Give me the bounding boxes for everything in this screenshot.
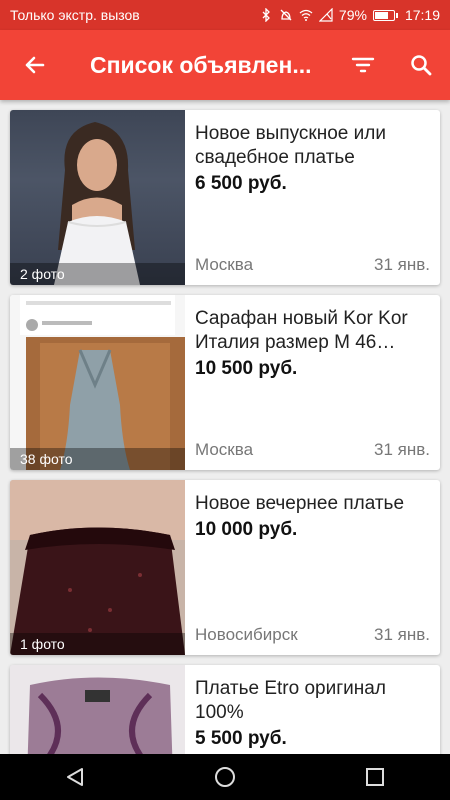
page-title: Список объявлен... bbox=[90, 51, 312, 78]
search-button[interactable] bbox=[392, 30, 450, 100]
listing-photo: 38 фото bbox=[10, 295, 185, 470]
listing-title: Сарафан новый Kor Kor Италия размер M 46… bbox=[195, 308, 408, 353]
battery-icon bbox=[372, 9, 398, 21]
listing-photo: 2 фото bbox=[10, 110, 185, 285]
listing-city: Москва bbox=[195, 440, 254, 459]
listing-list[interactable]: 2 фото Новое выпускное или свадебное пла… bbox=[0, 100, 450, 754]
filter-icon bbox=[351, 57, 375, 73]
dress-photo-thumbnail bbox=[54, 122, 140, 285]
system-navigation-bar bbox=[0, 754, 450, 800]
dress-photo-thumbnail bbox=[10, 480, 185, 655]
photo-count: 1 фото bbox=[10, 633, 185, 655]
mute-icon bbox=[280, 9, 292, 21]
listing-title: Новое вечернее платье bbox=[195, 493, 405, 514]
photo-count: 2 фото bbox=[10, 263, 185, 285]
listing-date: 31 янв. bbox=[374, 440, 430, 459]
status-bar: Только экстр. вызов 79% 17:19 bbox=[0, 0, 450, 30]
listing-card[interactable]: 38 фото Сарафан новый Kor Kor Италия раз… bbox=[10, 295, 440, 470]
bluetooth-icon bbox=[262, 8, 270, 22]
no-signal-icon bbox=[318, 8, 333, 22]
listing-city: Новосибирск bbox=[195, 625, 298, 644]
listing-date: 31 янв. bbox=[374, 255, 430, 274]
listing-title: Новое выпускное или свадебное платье bbox=[195, 123, 386, 168]
listing-date: 31 янв. bbox=[374, 625, 430, 644]
photo-count: 38 фото bbox=[10, 448, 185, 470]
dress-photo-thumbnail bbox=[20, 295, 185, 470]
clock: 17:19 bbox=[404, 7, 440, 23]
listing-price: 10 500 руб. bbox=[195, 358, 298, 379]
triangle-back-icon bbox=[67, 768, 83, 786]
filter-button[interactable] bbox=[334, 30, 392, 100]
status-icons: 79% 17:19 bbox=[259, 7, 440, 23]
circle-home-icon bbox=[215, 767, 235, 787]
square-recents-icon bbox=[366, 768, 384, 786]
search-icon bbox=[411, 55, 432, 76]
listing-price: 5 500 руб. bbox=[195, 728, 287, 749]
listing-title: Платье Etro оригинал 100% bbox=[195, 678, 386, 723]
battery-percent: 79% bbox=[338, 7, 367, 23]
app-bar: Список объявлен... bbox=[0, 30, 450, 100]
back-button[interactable] bbox=[0, 30, 70, 100]
nav-recents-button[interactable] bbox=[325, 754, 425, 800]
listing-photo: 1 фото bbox=[10, 480, 185, 655]
carrier-text: Только экстр. вызов bbox=[10, 7, 140, 23]
dress-photo-thumbnail bbox=[10, 665, 185, 754]
listing-price: 10 000 руб. bbox=[195, 519, 298, 540]
listing-card[interactable]: 2 фото Новое выпускное или свадебное пла… bbox=[10, 110, 440, 285]
listing-city: Москва bbox=[195, 255, 254, 274]
wifi-icon bbox=[299, 9, 313, 21]
nav-home-button[interactable] bbox=[175, 754, 275, 800]
listing-photo bbox=[10, 665, 185, 754]
nav-back-button[interactable] bbox=[25, 754, 125, 800]
listing-card[interactable]: Платье Etro оригинал 100% 5 500 руб. bbox=[10, 665, 440, 754]
listing-price: 6 500 руб. bbox=[195, 173, 287, 194]
arrow-back-icon bbox=[25, 56, 45, 74]
listing-card[interactable]: 1 фото Новое вечернее платье 10 000 руб.… bbox=[10, 480, 440, 655]
